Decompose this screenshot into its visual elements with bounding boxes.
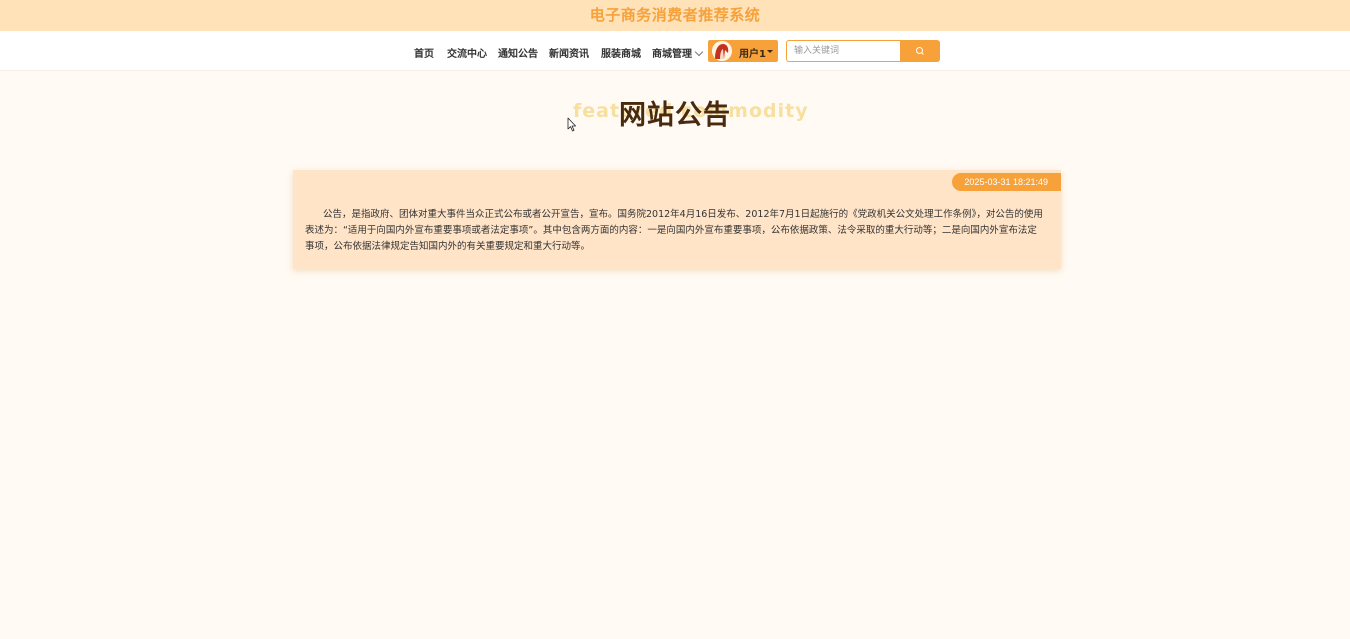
user-menu-button[interactable]: 用户1	[708, 40, 778, 62]
caret-down-icon	[767, 50, 773, 53]
mouse-cursor-icon	[567, 117, 576, 132]
search-icon	[916, 47, 924, 55]
notice-card: 2025-03-31 18:21:49 公告，是指政府、团体对重大事件当众正式公…	[293, 170, 1061, 269]
nav-item-home[interactable]: 首页	[414, 45, 434, 60]
notice-content: 公告，是指政府、团体对重大事件当众正式公布或者公开宣告，宣布。国务院2012年4…	[305, 209, 1043, 252]
user-name-label: 用户1	[739, 49, 766, 60]
nav-item-mall-management-label: 商城管理	[652, 49, 692, 60]
nav-item-mall-management[interactable]: 商城管理	[652, 45, 704, 60]
nav-item-news[interactable]: 新闻资讯	[549, 45, 589, 60]
nav-item-clothing-mall[interactable]: 服装商城	[601, 45, 641, 60]
chevron-down-icon	[694, 47, 704, 57]
notice-date-badge: 2025-03-31 18:21:49	[952, 173, 1061, 191]
page-title: 网站公告	[619, 100, 731, 131]
search-button[interactable]	[900, 40, 940, 62]
main-navbar: 首页 交流中心 通知公告 新闻资讯 服装商城 商城管理 用户1	[0, 31, 1350, 71]
nav-item-notices[interactable]: 通知公告	[498, 45, 538, 60]
site-title: 电子商务消费者推荐系统	[589, 6, 761, 24]
page-heading: featured commodity 网站公告	[0, 93, 1350, 133]
search-input[interactable]	[786, 40, 900, 62]
top-header-bar: 电子商务消费者推荐系统	[0, 0, 1350, 31]
nav-item-forum[interactable]: 交流中心	[447, 45, 487, 60]
avatar-icon	[712, 41, 732, 61]
